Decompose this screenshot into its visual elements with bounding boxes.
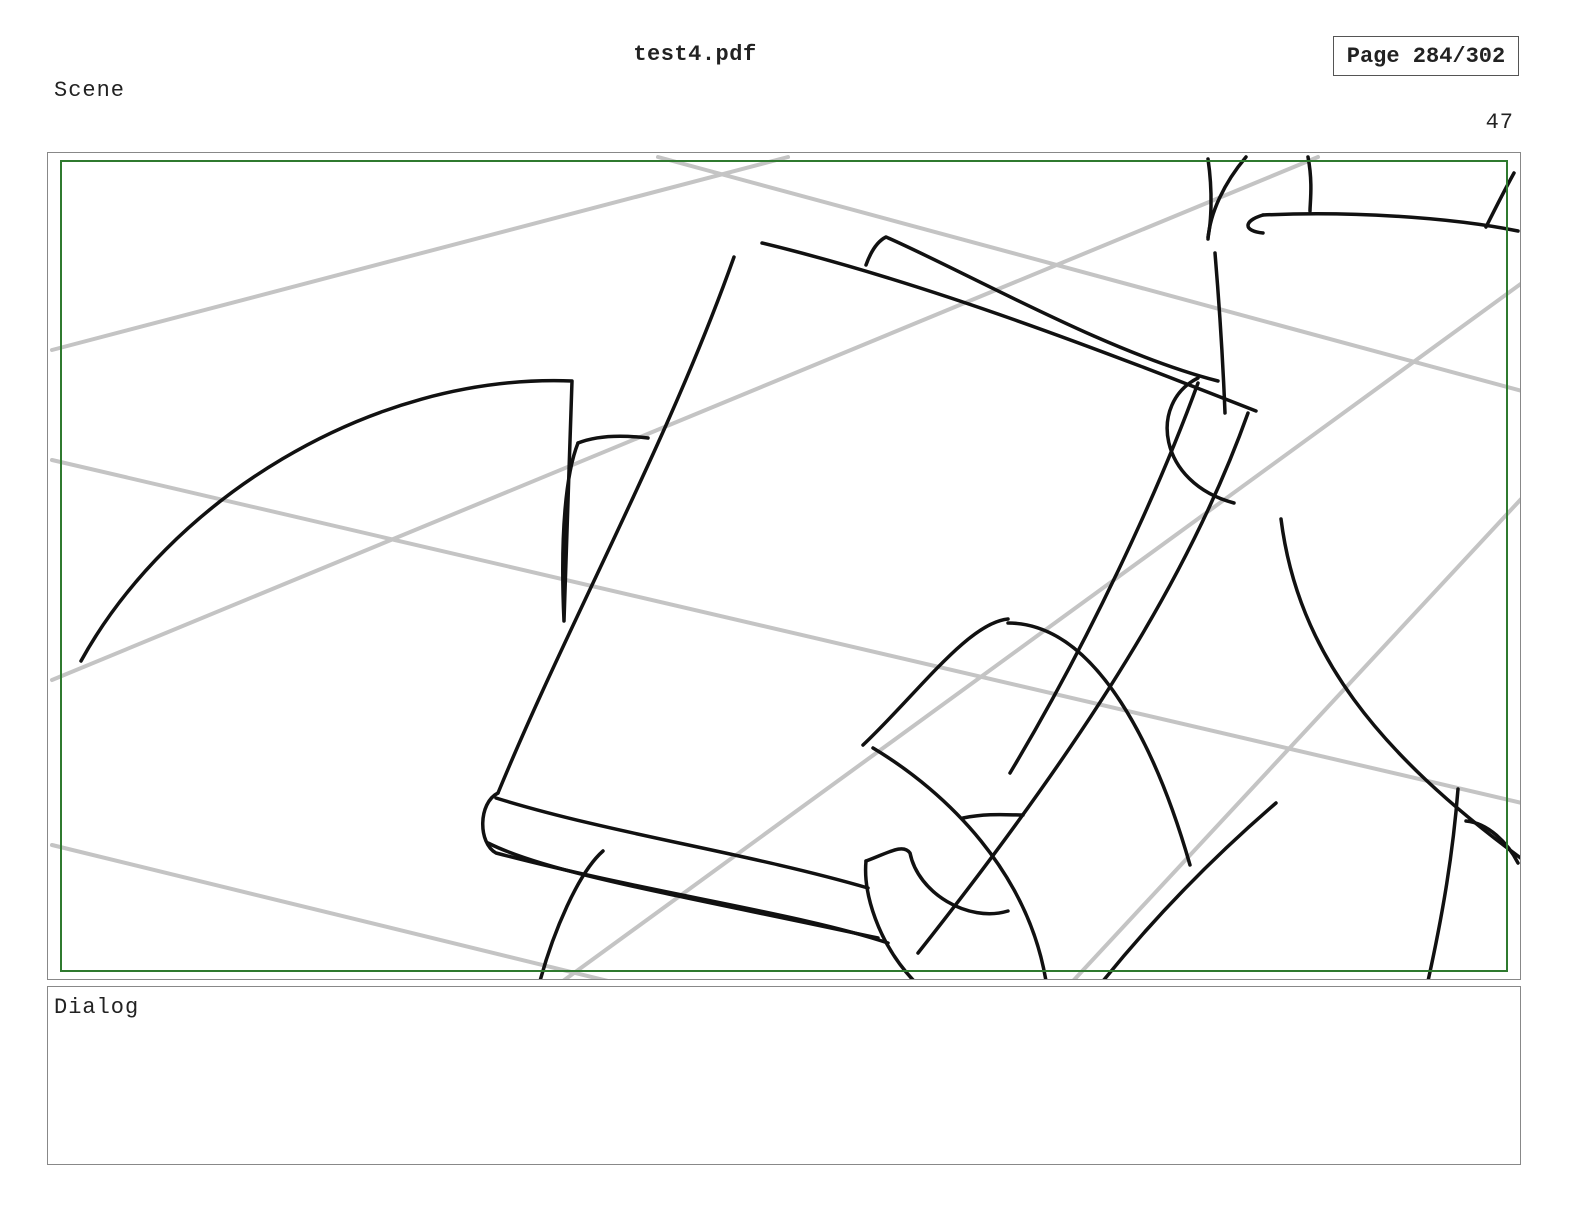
sketch-stroke — [916, 411, 1250, 955]
guide-line — [50, 155, 1320, 682]
page-indicator: Page 284/302 — [1333, 36, 1519, 76]
dialog-label: Dialog — [54, 995, 140, 1020]
sketch-stroke — [961, 812, 1025, 820]
sketch-stroke — [494, 796, 870, 890]
sketch-stroke — [1464, 819, 1520, 865]
document-title: test4.pdf — [633, 42, 757, 67]
sketch-stroke — [496, 255, 736, 795]
guide-line — [50, 843, 609, 979]
perspective-guides — [50, 155, 1520, 979]
storyboard-panel — [47, 152, 1521, 980]
sketch-stroke — [1279, 517, 1520, 860]
sketch-stroke — [871, 746, 1048, 979]
sketch-stroke — [864, 235, 1220, 383]
sketch-stroke — [1102, 801, 1278, 979]
sketch-stroke — [863, 859, 915, 979]
guide-line — [656, 155, 1520, 393]
sketch-stroke — [1306, 155, 1313, 213]
sketch-stroke — [760, 241, 1258, 413]
sketch-strokes — [79, 155, 1520, 979]
scene-label: Scene — [54, 78, 126, 103]
sketch-stroke — [481, 791, 890, 945]
sketch-stroke — [861, 617, 1010, 747]
sketch-stroke — [1006, 621, 1192, 867]
sketch-stroke — [79, 378, 580, 663]
panel-sketch — [50, 155, 1520, 979]
guide-line — [50, 458, 1520, 805]
sketch-stroke — [864, 847, 1010, 916]
guide-line — [50, 155, 790, 352]
sketch-stroke — [1261, 212, 1520, 233]
sketch-stroke — [1426, 787, 1460, 979]
panel-number: 47 — [1485, 110, 1514, 135]
guide-line — [562, 281, 1520, 979]
sketch-stroke — [1213, 251, 1227, 415]
sketch-stroke — [1246, 213, 1265, 235]
sketch-stroke — [1484, 171, 1516, 229]
dialog-box[interactable]: Dialog — [47, 986, 1521, 1165]
